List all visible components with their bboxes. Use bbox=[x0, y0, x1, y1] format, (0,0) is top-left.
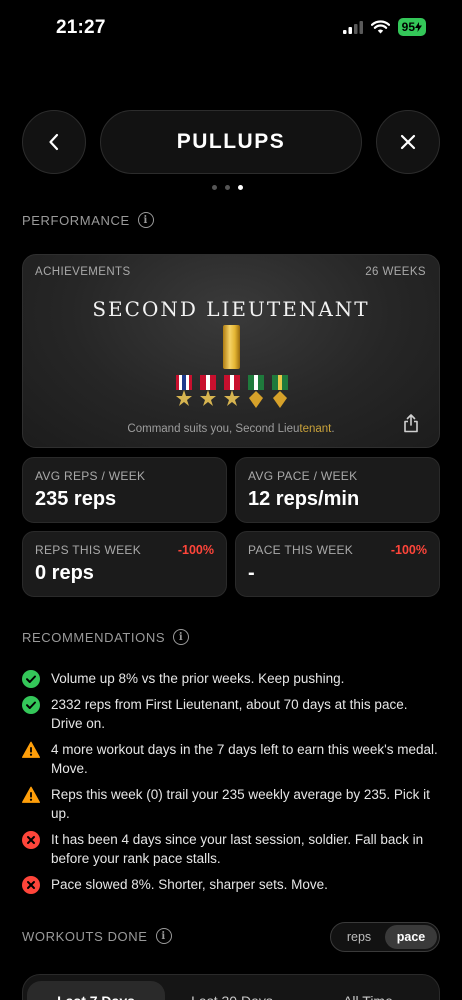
recommendation-item: It has been 4 days since your last sessi… bbox=[22, 830, 440, 868]
avg-pace-label: AVG PACE / WEEK bbox=[248, 469, 358, 483]
checkmark-circle-icon bbox=[22, 670, 40, 688]
recommendation-text: Reps this week (0) trail your 235 weekly… bbox=[51, 787, 430, 821]
warning-triangle-icon bbox=[22, 786, 40, 803]
medals-row-icon bbox=[176, 375, 288, 408]
page-indicator bbox=[212, 185, 243, 190]
caption-end: . bbox=[331, 423, 335, 435]
avg-pace-card: AVG PACE / WEEK 12 reps/min bbox=[235, 457, 440, 523]
recommendations-list: Volume up 8% vs the prior weeks. Keep pu… bbox=[22, 669, 440, 901]
wifi-icon bbox=[370, 20, 390, 34]
caption-highlight: tenant bbox=[299, 423, 332, 435]
second-lieutenant-bar-icon bbox=[223, 325, 240, 369]
recommendation-item: 2332 reps from First Lieutenant, about 7… bbox=[22, 695, 440, 733]
chevron-left-icon bbox=[49, 133, 59, 151]
achievement-card[interactable]: ACHIEVEMENTS 26 WEEKS SECOND LIEUTENANT … bbox=[22, 254, 440, 448]
performance-title: PERFORMANCE bbox=[22, 212, 130, 228]
exercise-title[interactable]: PULLUPS bbox=[100, 110, 362, 174]
recommendation-text: 4 more workout days in the 7 days left t… bbox=[51, 742, 438, 776]
workouts-heading: WORKOUTS DONE i bbox=[22, 928, 172, 944]
battery-icon: 95 bbox=[397, 18, 426, 36]
recommendations-heading: RECOMMENDATIONS i bbox=[22, 629, 190, 645]
checkmark-circle-icon bbox=[22, 696, 40, 714]
reps-this-week-value: 0 reps bbox=[35, 562, 94, 584]
rank-title: SECOND LIEUTENANT bbox=[92, 297, 370, 321]
info-icon[interactable]: i bbox=[155, 928, 172, 944]
status-bar: 21:27 95 bbox=[0, 0, 462, 56]
achievements-label: ACHIEVEMENTS bbox=[35, 266, 131, 278]
avg-reps-label: AVG REPS / WEEK bbox=[35, 469, 146, 483]
close-icon bbox=[400, 134, 416, 150]
info-icon[interactable]: i bbox=[137, 212, 154, 228]
pace-this-week-delta: -100% bbox=[390, 543, 427, 557]
close-button[interactable] bbox=[376, 110, 440, 174]
avg-reps-value: 235 reps bbox=[35, 488, 117, 510]
cellular-signal-icon bbox=[342, 20, 363, 34]
recommendation-item: Reps this week (0) trail your 235 weekly… bbox=[22, 785, 440, 823]
recommendation-text: It has been 4 days since your last sessi… bbox=[51, 832, 424, 866]
status-icons: 95 bbox=[342, 18, 426, 36]
performance-heading: PERFORMANCE i bbox=[22, 212, 154, 228]
pace-this-week-value: - bbox=[248, 562, 255, 584]
error-circle-icon bbox=[22, 876, 40, 894]
pace-this-week-label: PACE THIS WEEK bbox=[248, 543, 354, 557]
page-dot[interactable] bbox=[225, 185, 230, 190]
status-time: 21:27 bbox=[56, 17, 106, 38]
top-navigation: PULLUPS bbox=[22, 110, 440, 174]
reps-this-week-delta: -100% bbox=[177, 543, 214, 557]
tab-last-7-days[interactable]: Last 7 Days bbox=[27, 981, 165, 1000]
caption-text: Command suits you, Second Lieu bbox=[127, 423, 300, 435]
metric-toggle: reps pace bbox=[330, 922, 440, 952]
recommendation-item: Pace slowed 8%. Shorter, sharper sets. M… bbox=[22, 875, 440, 894]
back-button[interactable] bbox=[22, 110, 86, 174]
reps-this-week-card: REPS THIS WEEK -100% 0 reps bbox=[22, 531, 227, 597]
charging-bolt-icon bbox=[415, 22, 422, 32]
recommendation-text: Pace slowed 8%. Shorter, sharper sets. M… bbox=[51, 877, 328, 892]
toggle-pace[interactable]: pace bbox=[385, 925, 437, 949]
error-circle-icon bbox=[22, 831, 40, 849]
toggle-reps[interactable]: reps bbox=[333, 925, 385, 949]
info-icon[interactable]: i bbox=[173, 629, 190, 645]
share-icon[interactable] bbox=[403, 414, 419, 433]
recommendations-title: RECOMMENDATIONS bbox=[22, 629, 166, 645]
tab-all-time[interactable]: All Time bbox=[299, 981, 437, 1000]
page-dot[interactable] bbox=[212, 185, 217, 190]
time-range-tabs: Last 7 Days Last 30 Days All Time bbox=[22, 974, 440, 1000]
avg-reps-card: AVG REPS / WEEK 235 reps bbox=[22, 457, 227, 523]
battery-level: 95 bbox=[401, 20, 415, 34]
page-dot-active[interactable] bbox=[238, 185, 243, 190]
recommendation-item: 4 more workout days in the 7 days left t… bbox=[22, 740, 440, 778]
tab-last-30-days[interactable]: Last 30 Days bbox=[169, 981, 295, 1000]
recommendation-item: Volume up 8% vs the prior weeks. Keep pu… bbox=[22, 669, 440, 688]
achievement-caption: Command suits you, Second Lieutenant. bbox=[23, 423, 439, 435]
warning-triangle-icon bbox=[22, 741, 40, 758]
reps-this-week-label: REPS THIS WEEK bbox=[35, 543, 142, 557]
workouts-title: WORKOUTS DONE bbox=[22, 928, 148, 944]
avg-pace-value: 12 reps/min bbox=[248, 488, 360, 510]
recommendation-text: Volume up 8% vs the prior weeks. Keep pu… bbox=[51, 671, 345, 686]
achievement-weeks: 26 WEEKS bbox=[365, 266, 426, 278]
recommendation-text: 2332 reps from First Lieutenant, about 7… bbox=[51, 697, 408, 731]
pace-this-week-card: PACE THIS WEEK -100% - bbox=[235, 531, 440, 597]
